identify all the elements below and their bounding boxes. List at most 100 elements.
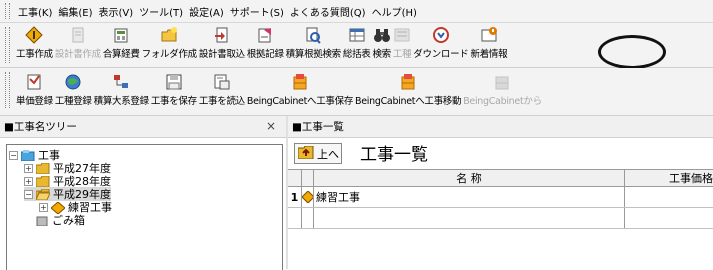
search-document-icon xyxy=(304,26,322,44)
main-toolbar: 工事作成 設計書作成 合算経費 フォルダ作成 設計書取込 根拠記録 積算根拠検索… xyxy=(0,23,713,68)
work-type-icon xyxy=(393,26,411,44)
menu-bar: 工事(K) 編集(E) 表示(V) ツール(T) 設定(A) サポート(S) よ… xyxy=(0,0,713,23)
toolbar-grip xyxy=(5,27,10,63)
open-folder-icon xyxy=(35,188,51,201)
tree-node-trash[interactable]: ごみ箱 xyxy=(35,213,85,227)
folder-icon xyxy=(35,162,50,175)
construction-sign-icon xyxy=(302,191,313,203)
estimate-system-register-button[interactable]: 積算大系登録 xyxy=(93,68,150,107)
save-icon xyxy=(165,73,183,91)
expand-icon[interactable]: + xyxy=(24,163,33,173)
hierarchy-icon xyxy=(112,73,130,91)
binoculars-icon xyxy=(373,26,391,44)
icon-column-header xyxy=(302,170,314,186)
collapse-icon[interactable]: − xyxy=(9,150,18,160)
cabinet-move-icon xyxy=(399,73,417,91)
tree-panel-header: ■工事名ツリー × xyxy=(0,116,286,138)
expand-icon[interactable]: + xyxy=(24,176,33,186)
create-spec-label: 設計書作成 xyxy=(54,49,101,60)
row-price xyxy=(625,187,713,207)
up-folder-icon xyxy=(297,145,314,162)
construction-tree-panel: ■工事名ツリー × − 工事 + 平成27年度 + 平成28年度 − 平成29年… xyxy=(0,116,286,270)
basis-search-button[interactable]: 積算根拠検索 xyxy=(285,23,342,60)
sum-cost-label: 合算経費 xyxy=(102,49,140,60)
computer-folder-icon xyxy=(20,150,35,162)
cabinet-load-label: BeingCabinetから xyxy=(463,96,542,107)
load-icon xyxy=(213,73,231,91)
menu-grip xyxy=(5,3,10,19)
close-icon[interactable]: × xyxy=(266,119,276,133)
collapse-icon[interactable]: − xyxy=(24,189,33,199)
import-spec-label: 設計書取込 xyxy=(198,49,245,60)
unit-price-register-label: 単価登録 xyxy=(16,96,53,107)
menu-view[interactable]: 表示(V) xyxy=(96,4,137,19)
cabinet-load-button[interactable]: BeingCabinetから xyxy=(462,68,543,107)
import-spec-button[interactable]: 設計書取込 xyxy=(198,23,246,60)
record-icon xyxy=(256,26,274,44)
cabinet-move-label: BeingCabinetへ工事移動 xyxy=(355,96,462,107)
globe-icon xyxy=(64,73,82,91)
row-number xyxy=(288,208,302,228)
menu-settings[interactable]: 設定(A) xyxy=(186,4,227,19)
estimate-system-register-label: 積算大系登録 xyxy=(93,96,150,107)
construction-list-panel: ■工事一覧 上へ 工事一覧 名 称 工事価格 1 練習工事 xyxy=(288,116,713,269)
create-construction-button[interactable]: 工事作成 xyxy=(15,23,54,60)
work-type-button[interactable]: 工種 xyxy=(392,23,412,60)
search-label: 検索 xyxy=(372,49,391,60)
construction-sign-icon xyxy=(50,201,66,215)
price-column-header[interactable]: 工事価格 xyxy=(625,170,713,186)
up-button[interactable]: 上へ xyxy=(294,143,342,164)
import-icon xyxy=(213,26,231,44)
cabinet-load-icon xyxy=(493,73,511,91)
news-button[interactable]: 新着情報 xyxy=(470,23,509,60)
secondary-toolbar: 単価登録 工種登録 積算大系登録 工事を保存 工事を読込 BeingCabine… xyxy=(0,68,713,116)
create-construction-label: 工事作成 xyxy=(16,49,53,60)
summary-table-button[interactable]: 総括表 xyxy=(342,23,372,60)
row-number: 1 xyxy=(288,187,302,207)
basis-record-button[interactable]: 根拠記録 xyxy=(246,23,285,60)
sum-cost-icon xyxy=(112,26,130,44)
create-spec-button[interactable]: 設計書作成 xyxy=(54,23,102,60)
construction-grid: 名 称 工事価格 1 練習工事 xyxy=(288,169,713,270)
cabinet-save-button[interactable]: BeingCabinetへ工事保存 xyxy=(246,68,354,107)
unit-price-register-button[interactable]: 単価登録 xyxy=(15,68,54,107)
menu-edit[interactable]: 編集(E) xyxy=(55,4,95,19)
menu-tools[interactable]: ツール(T) xyxy=(136,4,186,19)
trash-icon xyxy=(35,215,49,227)
create-folder-button[interactable]: フォルダ作成 xyxy=(141,23,198,60)
row-name: 練習工事 xyxy=(314,187,625,207)
document-icon xyxy=(69,26,87,44)
save-construction-button[interactable]: 工事を保存 xyxy=(150,68,198,107)
summary-table-icon xyxy=(348,26,366,44)
grid-header: 名 称 工事価格 xyxy=(288,170,713,187)
create-folder-label: フォルダ作成 xyxy=(141,49,198,60)
download-icon xyxy=(432,26,450,44)
basis-record-label: 根拠記録 xyxy=(246,49,284,60)
cabinet-move-button[interactable]: BeingCabinetへ工事移動 xyxy=(354,68,462,107)
news-label: 新着情報 xyxy=(470,49,508,60)
toolbar2-grip xyxy=(5,72,10,108)
construction-sign-icon xyxy=(25,26,44,44)
search-button[interactable]: 検索 xyxy=(371,23,391,60)
folder-icon xyxy=(35,175,50,188)
work-type-register-button[interactable]: 工種登録 xyxy=(54,68,93,107)
load-construction-button[interactable]: 工事を読込 xyxy=(198,68,246,107)
list-heading: 工事一覧 xyxy=(360,145,428,165)
menu-construction[interactable]: 工事(K) xyxy=(15,4,55,19)
row-icon-cell xyxy=(302,208,314,228)
basis-search-label: 積算根拠検索 xyxy=(285,49,342,60)
menu-faq[interactable]: よくある質問(Q) xyxy=(287,4,369,19)
sum-cost-button[interactable]: 合算経費 xyxy=(102,23,141,60)
menu-support[interactable]: サポート(S) xyxy=(227,4,287,19)
menu-help[interactable]: ヘルプ(H) xyxy=(369,4,420,19)
construction-tree: − 工事 + 平成27年度 + 平成28年度 − 平成29年度 + 練習工事 ご… xyxy=(6,144,283,270)
name-column-header[interactable]: 名 称 xyxy=(314,170,625,186)
download-button[interactable]: ダウンロード xyxy=(412,23,469,60)
expand-icon[interactable]: + xyxy=(39,202,48,212)
tree-panel-title: ■工事名ツリー xyxy=(4,121,77,133)
unit-price-icon xyxy=(25,73,43,91)
list-panel-header: ■工事一覧 xyxy=(288,116,713,138)
table-row[interactable]: 1 練習工事 xyxy=(288,187,713,208)
load-construction-label: 工事を読込 xyxy=(198,96,245,107)
tree-node-label: ごみ箱 xyxy=(52,214,85,227)
